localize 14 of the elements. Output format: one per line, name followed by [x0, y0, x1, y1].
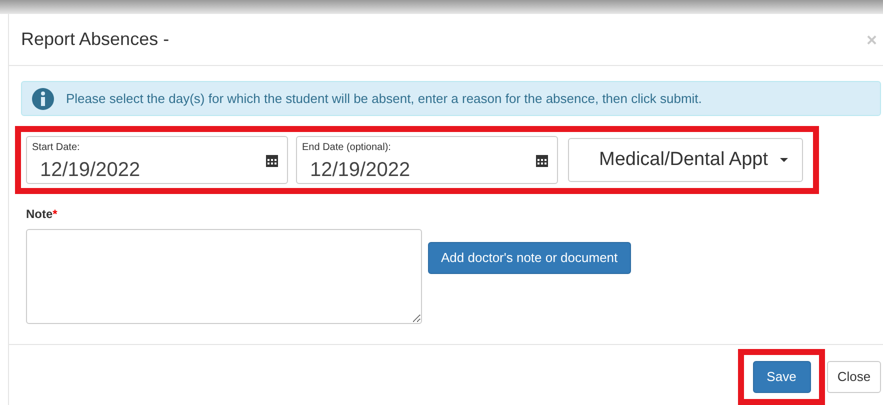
close-button[interactable]: Close	[827, 361, 881, 393]
caret-icon	[780, 158, 788, 162]
dialog-title: Report Absences -	[21, 28, 170, 52]
note-field[interactable]	[26, 229, 422, 324]
date-field[interactable]: Start Date: 12/19/2022	[26, 136, 288, 184]
note-label: Note*	[26, 206, 58, 223]
reason-dropdown[interactable]: Medical/Dental Appt	[568, 138, 803, 182]
attach-document-button[interactable]: Add doctor's note or document	[428, 242, 631, 274]
date-field[interactable]: End Date (optional): 12/19/2022	[296, 136, 558, 184]
calendar-icon	[536, 154, 548, 168]
info-text: Please select the day(s) for which the student will be absent, enter a reason for the absence, then click submit.	[66, 90, 702, 108]
info-icon	[32, 88, 54, 110]
calendar-icon	[266, 154, 278, 168]
save-button[interactable]: Save	[752, 361, 810, 393]
